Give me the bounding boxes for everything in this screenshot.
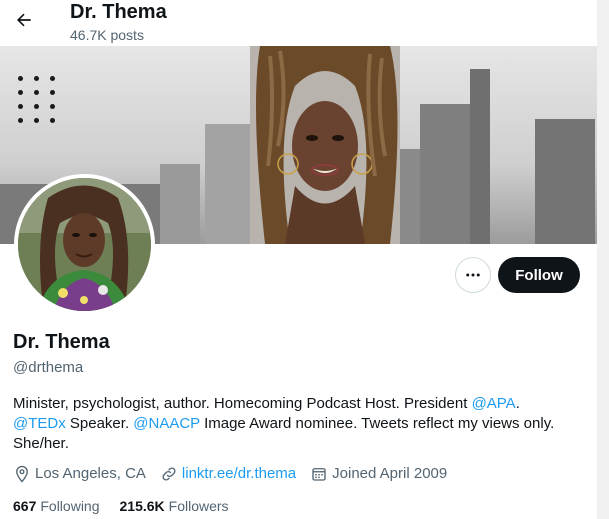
banner-building xyxy=(470,69,490,244)
calendar-icon xyxy=(312,468,326,481)
bio-text: . xyxy=(515,395,520,412)
followers-count: 215.6K xyxy=(119,498,165,514)
following-label: Following xyxy=(40,498,100,514)
avatar[interactable] xyxy=(14,174,155,315)
location-pin-icon xyxy=(16,465,28,483)
profile-display-name: Dr. Thema xyxy=(13,331,110,353)
banner-building xyxy=(160,164,200,244)
banner-building xyxy=(535,119,595,244)
banner-portrait-image xyxy=(250,46,400,244)
more-dots-icon xyxy=(466,273,480,277)
profile-bio: Minister, psychologist, author. Homecomi… xyxy=(13,394,573,454)
followers-label: Followers xyxy=(168,498,229,514)
mention-link-apa[interactable]: @APA xyxy=(472,395,516,412)
arrow-left-icon xyxy=(16,13,31,27)
location-text: Los Angeles, CA xyxy=(35,465,146,482)
joined-text: Joined April 2009 xyxy=(332,465,448,482)
back-button[interactable] xyxy=(10,6,38,34)
joined-item: Joined April 2009 xyxy=(310,464,447,484)
more-options-button[interactable] xyxy=(455,257,491,293)
following-link[interactable]: 667 Following xyxy=(13,497,100,515)
location-item: Los Angeles, CA xyxy=(13,464,146,484)
website-link[interactable]: linktr.ee/dr.thema xyxy=(182,464,296,484)
profile-meta: Los Angeles, CA linktr.ee/dr.thema Joine… xyxy=(13,464,461,484)
follow-button[interactable]: Follow xyxy=(498,257,580,293)
scrollbar[interactable] xyxy=(597,0,609,519)
grid-dots-icon xyxy=(18,76,58,123)
link-icon xyxy=(162,467,176,481)
mention-link-tedx[interactable]: @TEDx xyxy=(13,415,66,432)
header-name: Dr. Thema xyxy=(70,1,167,23)
followers-link[interactable]: 215.6K Followers xyxy=(120,497,229,515)
bio-text: Speaker. xyxy=(65,415,134,432)
header-post-count: 46.7K posts xyxy=(70,27,144,43)
following-count: 667 xyxy=(13,498,37,514)
bio-text: Minister, psychologist, author. Homecomi… xyxy=(13,395,472,412)
profile-handle: @drthema xyxy=(13,359,84,376)
mention-link-naacp[interactable]: @NAACP xyxy=(133,415,200,432)
profile-header-bar: Dr. Thema 46.7K posts xyxy=(0,0,597,46)
banner-building xyxy=(205,124,250,244)
profile-stats: 667 Following 215.6K Followers xyxy=(13,497,249,515)
website-item[interactable]: linktr.ee/dr.thema xyxy=(160,464,296,484)
